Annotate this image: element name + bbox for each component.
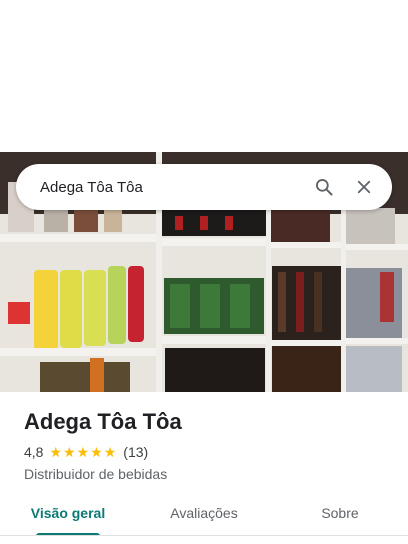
tabs-divider: [0, 535, 408, 536]
tab-overview[interactable]: Visão geral: [0, 496, 136, 536]
tab-about[interactable]: Sobre: [272, 496, 408, 536]
star-icon: ★: [103, 444, 117, 460]
search-query[interactable]: Adega Tôa Tôa: [40, 179, 298, 196]
rating-value: 4,8: [24, 444, 44, 460]
star-icon: ★: [63, 444, 76, 460]
star-icon: ★: [49, 444, 63, 460]
review-count[interactable]: (13): [123, 444, 148, 460]
close-icon[interactable]: [350, 173, 378, 201]
tab-label: Visão geral: [30, 505, 106, 521]
star-icon: ★: [90, 444, 103, 460]
rating-stars: ★ ★ ★ ★ ★: [49, 445, 117, 459]
tab-bar: Visão geral Avaliações Sobre: [0, 496, 408, 536]
tab-reviews[interactable]: Avaliações: [136, 496, 272, 536]
place-info: Adega Tôa Tôa 4,8 ★ ★ ★ ★ ★ (13) Distribuido…: [24, 408, 394, 482]
search-icon[interactable]: [310, 173, 338, 201]
search-bar[interactable]: Adega Tôa Tôa: [16, 164, 392, 210]
place-category[interactable]: Distribuidor de bebidas: [24, 466, 394, 482]
rating-row[interactable]: 4,8 ★ ★ ★ ★ ★ (13): [24, 444, 394, 460]
star-icon: ★: [76, 444, 90, 460]
tab-label: Sobre: [321, 505, 359, 521]
tab-label: Avaliações: [170, 505, 238, 521]
place-name: Adega Tôa Tôa: [24, 409, 182, 434]
